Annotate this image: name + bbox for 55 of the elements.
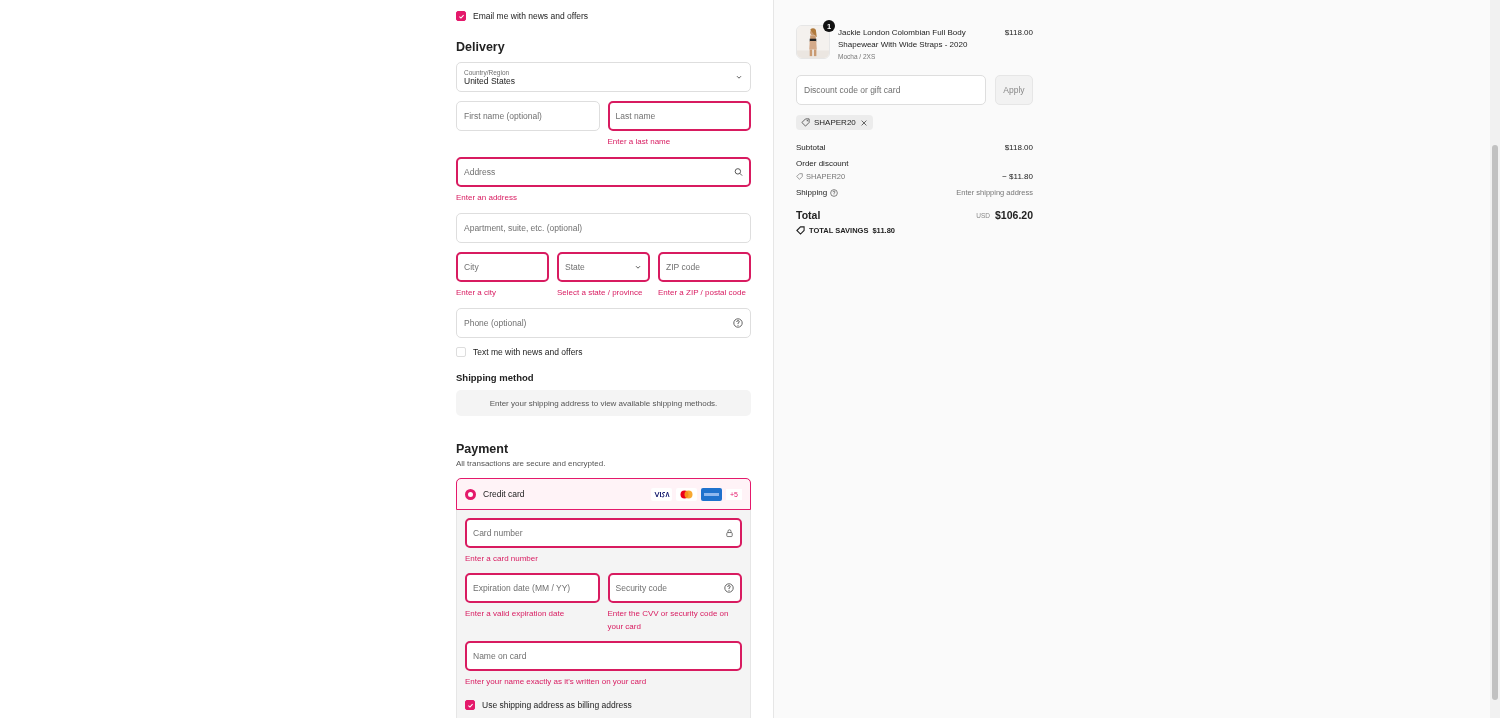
help-icon[interactable] <box>733 318 743 328</box>
error-message: Enter a valid expiration date <box>465 608 566 620</box>
input-field[interactable]: ZIP code <box>658 252 751 282</box>
input-field[interactable]: Address <box>456 157 751 187</box>
input-field[interactable]: Security code <box>607 573 742 603</box>
error-message: Enter a city <box>456 287 497 299</box>
tag-icon <box>796 226 805 235</box>
chevron-down-icon <box>735 73 743 81</box>
line-label: Shipping <box>796 188 828 197</box>
lock-icon <box>725 528 734 538</box>
amex-card-icon <box>701 487 722 501</box>
mastercard-icon <box>676 487 697 501</box>
checkbox-label: Use shipping address as billing address <box>482 700 632 710</box>
error-message: Enter a ZIP / postal code <box>658 287 747 299</box>
scrollbar[interactable] <box>1490 0 1500 718</box>
input-field[interactable]: Name on card <box>465 641 742 671</box>
error-message: Enter the CVV or security code on your card <box>607 608 730 633</box>
close-icon[interactable] <box>859 118 868 127</box>
search-icon <box>734 167 743 177</box>
checkbox-label: Email me with news and offers <box>473 11 589 21</box>
line-value: $118.00 <box>1004 143 1033 152</box>
chevron-down-icon <box>634 263 642 271</box>
section-subtitle: All transactions are secure and encrypted. <box>456 459 607 468</box>
error-message: Enter an address <box>456 192 518 204</box>
discount-code: SHAPER20 <box>814 118 856 127</box>
input-field[interactable]: Card number <box>465 518 742 548</box>
line-label: Subtotal <box>796 143 826 152</box>
input-field[interactable]: City <box>456 252 549 282</box>
section-heading: Payment <box>456 442 510 456</box>
product-name: Jackie London Colombian Full Body Shapewear With Wide Straps - 2020 <box>838 27 969 51</box>
state-select[interactable]: State <box>557 252 650 282</box>
product-price: $118.00 <box>1004 27 1033 37</box>
line-label: Order discount <box>796 159 849 168</box>
help-icon[interactable] <box>830 188 839 197</box>
error-message: Enter a card number <box>465 553 539 565</box>
checkbox[interactable] <box>465 700 475 710</box>
help-icon[interactable] <box>724 583 734 593</box>
input-field[interactable]: Last name <box>607 101 751 131</box>
total-label: Total <box>796 209 821 221</box>
checkbox[interactable] <box>456 11 466 21</box>
shipping-notice: Enter your shipping address to view available shipping methods. <box>456 390 751 416</box>
input-field[interactable]: Expiration date (MM / YY) <box>465 573 600 603</box>
discount-field[interactable]: Discount code or gift card <box>796 75 986 105</box>
checkbox-label: Text me with news and offers <box>473 347 583 357</box>
visa-card-icon <box>651 487 672 501</box>
section-heading: Delivery <box>456 40 506 54</box>
section-heading: Shipping method <box>456 372 535 383</box>
tag-icon <box>801 118 810 127</box>
total-value: $106.20 <box>995 209 1033 221</box>
error-message: Select a state / province <box>557 287 644 299</box>
error-message: Enter your name exactly as it's written on your card <box>465 676 648 688</box>
tag-icon <box>796 173 803 180</box>
line-value: − $11.80 <box>1002 172 1033 181</box>
error-message: Enter a last name <box>607 136 672 148</box>
radio-button[interactable] <box>465 488 476 500</box>
